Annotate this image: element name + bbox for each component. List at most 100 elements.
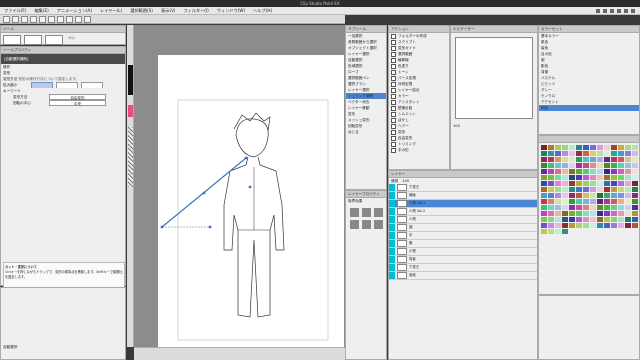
check-icon[interactable] (391, 117, 396, 123)
color-swatch[interactable] (575, 174, 582, 180)
color-swatch[interactable] (561, 216, 568, 222)
eraser-icon[interactable] (30, 15, 37, 23)
color-swatch[interactable] (540, 222, 547, 228)
color-swatch[interactable] (603, 192, 610, 198)
check-icon[interactable] (391, 81, 396, 87)
color-swatch[interactable] (624, 210, 631, 216)
check-icon[interactable] (391, 45, 396, 51)
layer-row[interactable]: 人物 Vol.2 (389, 208, 537, 216)
text-icon[interactable] (66, 15, 73, 23)
color-swatch[interactable] (575, 198, 582, 204)
color-swatch[interactable] (596, 210, 603, 216)
color-swatch[interactable] (624, 180, 631, 186)
color-swatch[interactable] (561, 150, 568, 156)
color-swatch[interactable] (631, 144, 638, 150)
color-swatch[interactable] (624, 144, 631, 150)
color-swatch[interactable] (610, 204, 617, 210)
color-swatch[interactable] (554, 174, 561, 180)
eye-icon[interactable] (389, 240, 395, 247)
check-icon[interactable] (391, 51, 396, 57)
color-swatch[interactable] (589, 198, 596, 204)
check-icon[interactable] (391, 39, 396, 45)
color-swatch[interactable] (554, 144, 561, 150)
color-swatch[interactable] (540, 216, 547, 222)
color-swatch[interactable] (589, 192, 596, 198)
color-swatch[interactable] (631, 210, 638, 216)
color-swatch[interactable] (603, 186, 610, 192)
color-swatch[interactable] (582, 222, 589, 228)
color-swatch[interactable] (568, 150, 575, 156)
color-swatch[interactable] (540, 156, 547, 162)
color-swatch[interactable] (575, 168, 582, 174)
color-swatch[interactable] (568, 180, 575, 186)
color-swatch[interactable] (610, 174, 617, 180)
color-swatch[interactable] (568, 222, 575, 228)
open-icon[interactable] (603, 8, 607, 13)
eye-icon[interactable] (389, 232, 395, 239)
color-swatch[interactable] (610, 156, 617, 162)
color-swatch[interactable] (596, 150, 603, 156)
color-swatch[interactable] (540, 192, 547, 198)
color-swatch[interactable] (631, 216, 638, 222)
color-swatch[interactable] (582, 192, 589, 198)
check-icon[interactable] (391, 147, 396, 153)
color-swatch[interactable] (624, 156, 631, 162)
color-swatch[interactable] (617, 198, 624, 204)
color-swatch[interactable] (603, 144, 610, 150)
rotation-center-select[interactable]: 中央 (49, 100, 106, 106)
color-swatch[interactable] (582, 204, 589, 210)
fill-icon[interactable] (39, 15, 46, 23)
eye-icon[interactable] (389, 192, 395, 199)
color-swatch[interactable] (589, 204, 596, 210)
color-swatch[interactable] (603, 222, 610, 228)
color-swatch[interactable] (596, 222, 603, 228)
color-swatch[interactable] (568, 162, 575, 168)
layer-row[interactable]: 線画 (389, 192, 537, 200)
color-swatch[interactable] (603, 150, 610, 156)
color-swatch[interactable] (624, 192, 631, 198)
color-swatch[interactable] (540, 186, 547, 192)
color-swatch[interactable] (582, 198, 589, 204)
brush-preview-1[interactable] (3, 35, 21, 45)
check-icon[interactable] (391, 87, 396, 93)
color-swatch[interactable] (561, 186, 568, 192)
menu-file[interactable]: ファイル(F) (0, 8, 30, 14)
color-swatch[interactable] (596, 156, 603, 162)
color-swatch[interactable] (561, 198, 568, 204)
color-swatch[interactable] (582, 168, 589, 174)
color-swatch[interactable] (561, 156, 568, 162)
menu-edit[interactable]: 編集(E) (30, 8, 52, 14)
color-swatch[interactable] (554, 180, 561, 186)
color-swatch[interactable] (568, 204, 575, 210)
color-swatch[interactable] (568, 144, 575, 150)
color-swatch[interactable] (575, 204, 582, 210)
color-swatch[interactable] (561, 222, 568, 228)
color-swatch[interactable] (540, 204, 547, 210)
color-swatch[interactable] (561, 174, 568, 180)
color-swatch[interactable] (603, 174, 610, 180)
color-swatch[interactable] (540, 168, 547, 174)
color-swatch[interactable] (589, 168, 596, 174)
color-swatch[interactable] (540, 150, 547, 156)
scale-button-3[interactable] (81, 82, 104, 88)
layer-row[interactable]: 服 (389, 240, 537, 248)
color-swatch[interactable] (547, 156, 554, 162)
brush-swatch-black[interactable] (128, 65, 133, 95)
color-swatch[interactable] (617, 144, 624, 150)
layer-row[interactable]: 人物 Vol.1 (389, 200, 537, 208)
check-icon[interactable] (391, 75, 396, 81)
color-swatch[interactable] (631, 192, 638, 198)
color-swatch[interactable] (582, 210, 589, 216)
color-set-item[interactable]: 和色 (539, 105, 639, 111)
color-swatch[interactable] (631, 156, 638, 162)
check-icon[interactable] (391, 99, 396, 105)
color-swatch[interactable] (603, 162, 610, 168)
color-swatch[interactable] (624, 168, 631, 174)
color-swatch[interactable] (610, 186, 617, 192)
color-swatch[interactable] (554, 168, 561, 174)
color-swatch[interactable] (596, 174, 603, 180)
color-swatch[interactable] (547, 144, 554, 150)
menu-selection[interactable]: 選択範囲(S) (126, 8, 157, 14)
check-icon[interactable] (391, 93, 396, 99)
color-swatch[interactable] (561, 162, 568, 168)
